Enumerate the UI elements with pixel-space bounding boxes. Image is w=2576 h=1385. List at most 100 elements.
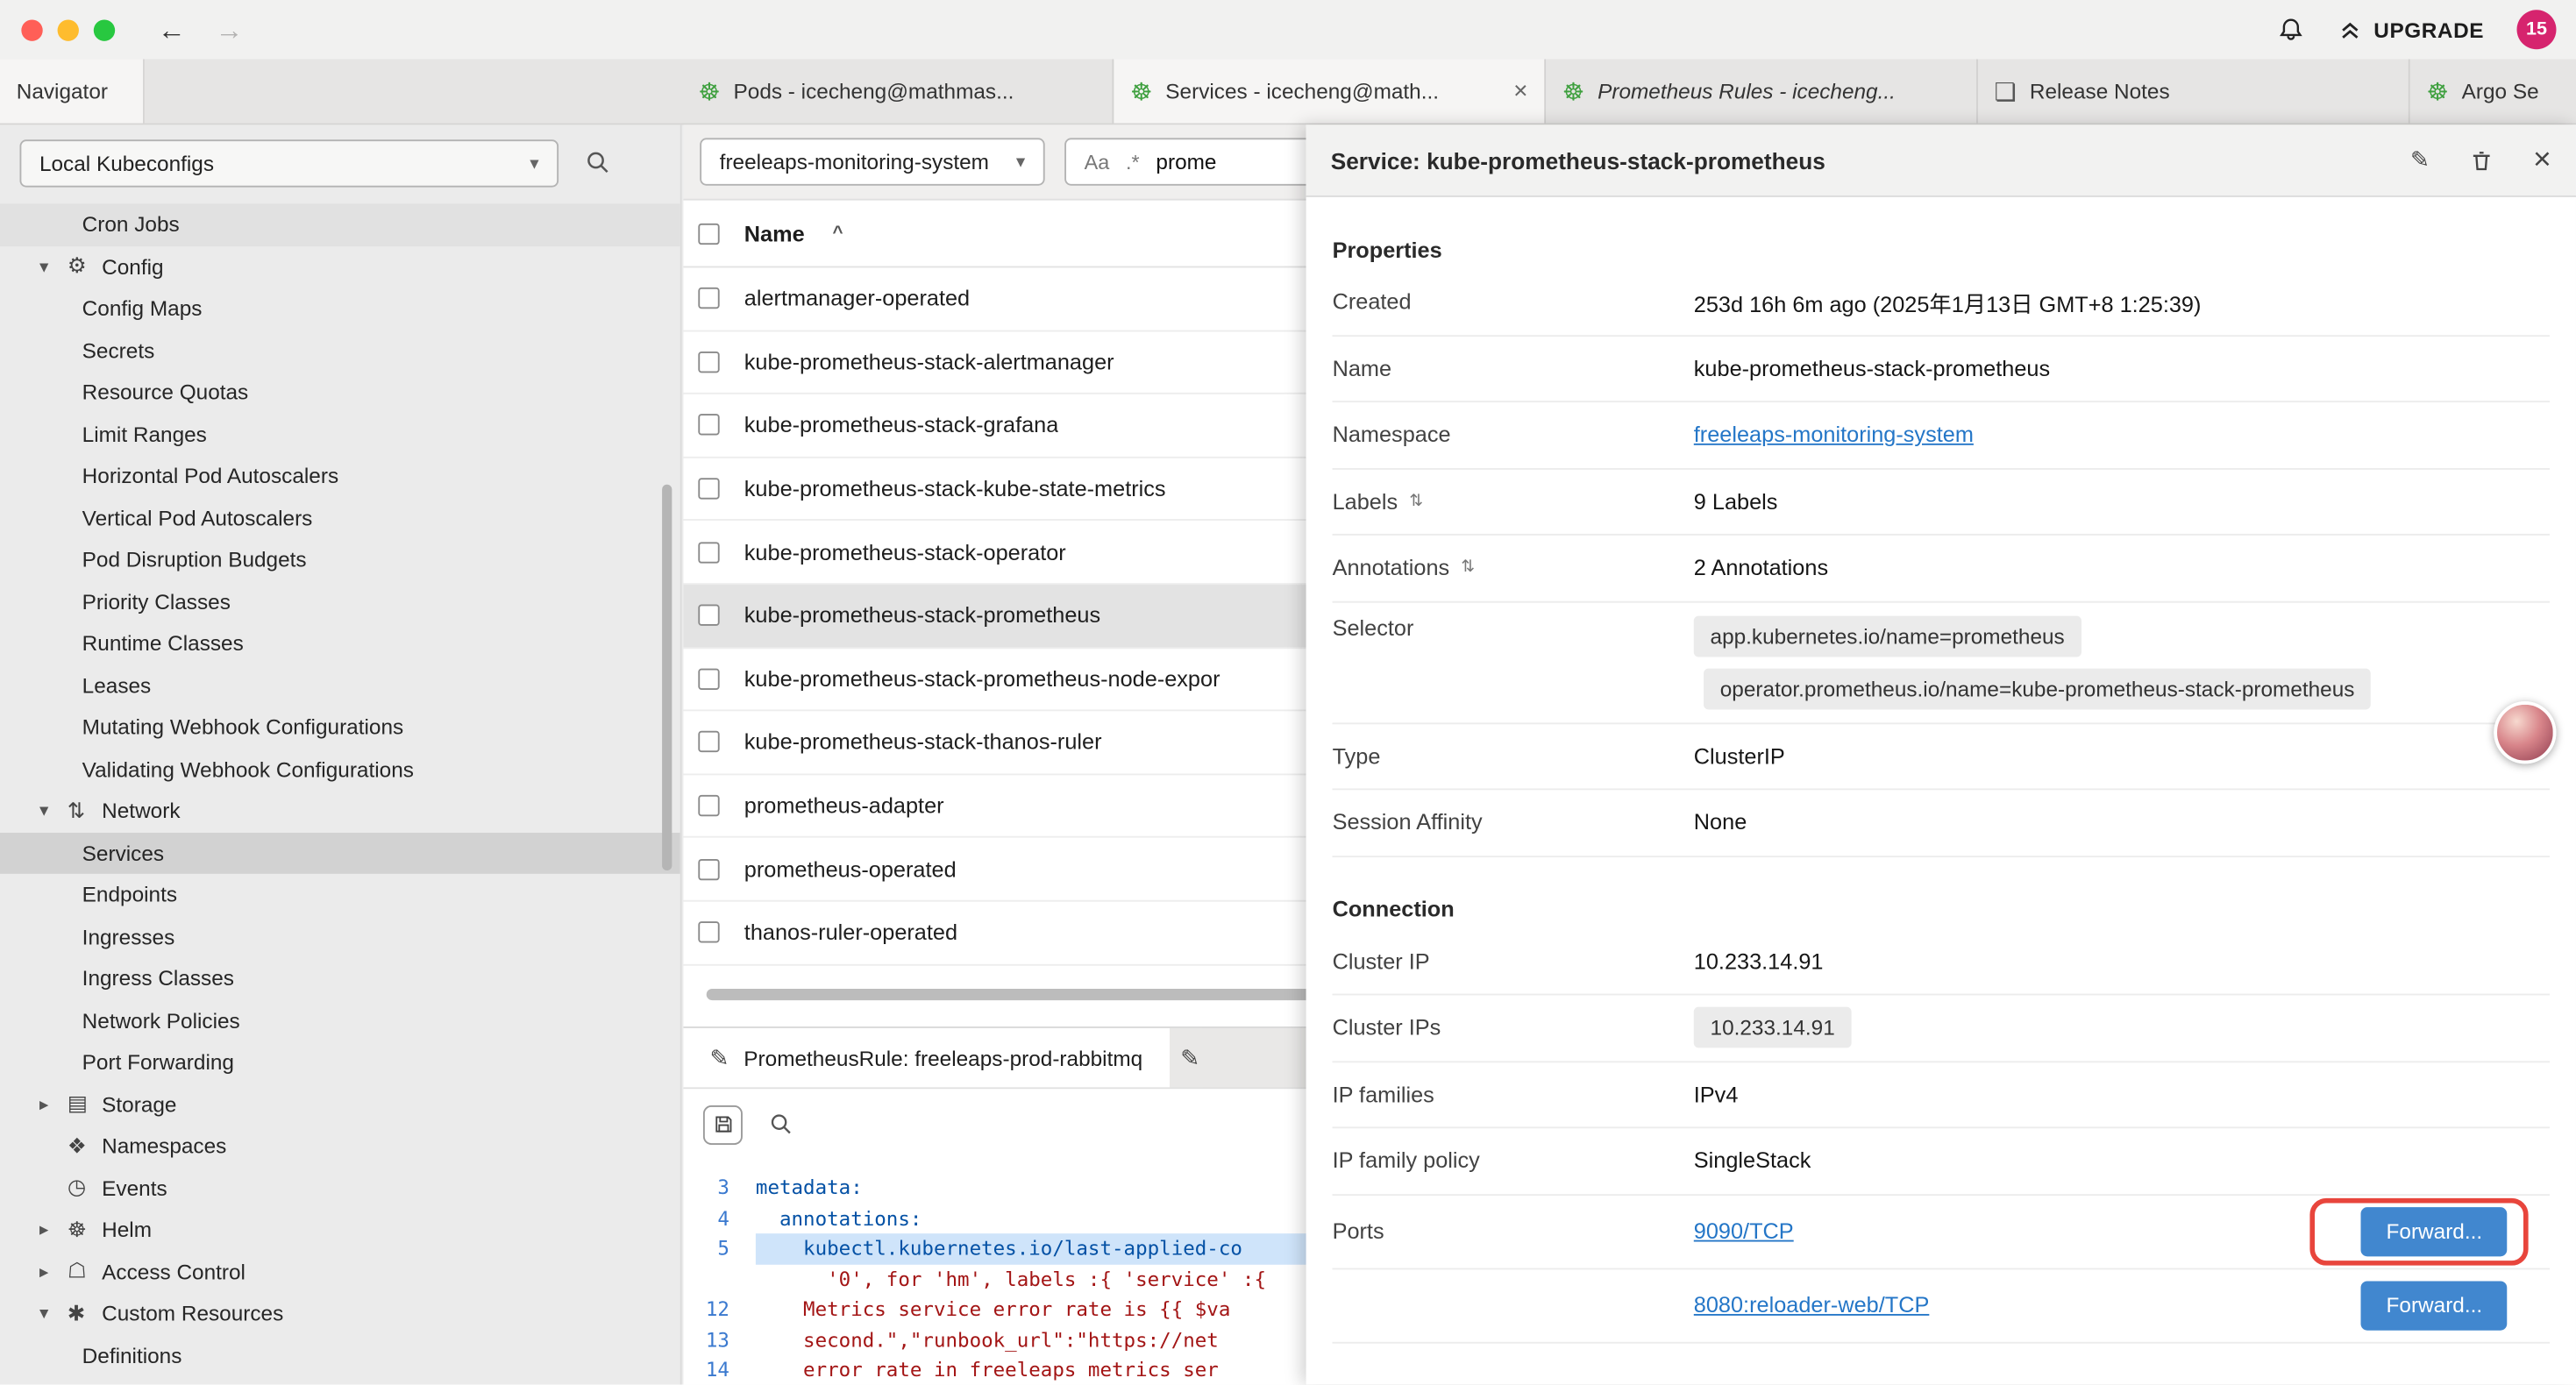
row-checkbox[interactable] [698,858,719,879]
row-checkbox[interactable] [698,288,719,309]
tree-item-label: Config [102,254,163,279]
editor-tab[interactable]: ☸ Prometheus Rules - icecheng... [1546,59,1978,123]
sidebar-search-icon[interactable] [585,150,611,176]
editor-search-icon[interactable] [769,1112,793,1136]
service-name: kube-prometheus-stack-thanos-ruler [744,730,1102,755]
close-window-button[interactable] [21,19,42,40]
tree-item[interactable]: Network Policies [0,999,680,1041]
service-name: kube-prometheus-stack-prometheus-node-ex… [744,666,1220,691]
close-tab-icon[interactable] [1513,77,1527,105]
navigator-tab[interactable]: Navigator [0,59,145,123]
tree-item[interactable]: ☸ Helm [0,1209,680,1251]
row-checkbox[interactable] [698,605,719,626]
tree-item[interactable]: Port Forwarding [0,1041,680,1083]
back-icon[interactable]: ← [158,16,186,44]
edit-icon [709,1044,729,1072]
tree-item[interactable]: ◷ Events [0,1167,680,1209]
notifications-bell-icon[interactable] [2277,16,2305,44]
tree-item[interactable]: Vertical Pod Autoscalers [0,497,680,539]
tree-item[interactable]: Leases [0,664,680,707]
editor-tab[interactable]: ☸ Argo Se [2410,59,2576,123]
editor-tab[interactable]: ☸ Pods - icecheng@mathmas... [682,59,1114,123]
tree-item[interactable]: ☖ Access Control [0,1251,680,1293]
property-row-name: Name kube-prometheus-stack-prometheus [1333,336,2550,402]
editor-tab[interactable]: ☸ Services - icecheng@math... [1114,59,1546,123]
port-link[interactable]: 9090/TCP [1694,1218,1794,1243]
tree-item[interactable]: Runtime Classes [0,622,680,664]
close-panel-icon[interactable] [2533,145,2551,176]
tab-label: Prometheus Rules - icecheng... [1598,79,1960,103]
tree-item[interactable]: Definitions [0,1334,680,1376]
row-checkbox[interactable] [698,478,719,499]
tree-item[interactable]: Validating Webhook Configurations [0,748,680,790]
row-checkbox[interactable] [698,795,719,816]
save-button[interactable] [703,1104,743,1144]
tree-item[interactable]: Priority Classes [0,580,680,622]
tree-item-label: Horizontal Pod Autoscalers [82,464,338,488]
row-checkbox[interactable] [698,668,719,689]
forward-button[interactable]: Forward... [2361,1206,2507,1255]
tree-chevron-icon[interactable] [39,1219,68,1240]
search-value: prome [1156,150,1216,174]
tree-chevron-icon[interactable] [39,1303,68,1324]
tree-item[interactable]: Mutating Webhook Configurations [0,707,680,749]
tab-label: Release Notes [2030,79,2392,103]
tree-item[interactable]: ✱ Custom Resources [0,1293,680,1335]
tree-item[interactable]: Cron Jobs [0,203,680,245]
property-row-ip-families: IP families IPv4 [1333,1062,2550,1128]
namespace-filter-select[interactable]: freeleaps-monitoring-system [700,138,1044,185]
delete-resource-icon[interactable] [2469,147,2494,174]
tree-item[interactable]: ▤ Storage [0,1083,680,1126]
tree-item-label: Custom Resources [102,1301,283,1325]
select-all-checkbox[interactable] [698,223,719,244]
tree-item[interactable]: Config Maps [0,288,680,330]
namespace-link[interactable]: freeleaps-monitoring-system [1694,423,1974,447]
dock-tab-prometheusrule[interactable]: PrometheusRule: freeleaps-prod-rabbitmq [683,1028,1169,1087]
minimize-window-button[interactable] [58,19,79,40]
custom-resources-icon: ✱ [68,1301,102,1327]
service-name: kube-prometheus-stack-grafana [744,413,1059,437]
tree-item[interactable]: ⇅ Network [0,790,680,832]
properties-heading: Properties [1333,230,2550,269]
row-checkbox[interactable] [698,542,719,563]
forward-button[interactable]: Forward... [2361,1281,2507,1330]
tree-item[interactable]: ❖ Namespaces [0,1125,680,1167]
tree-chevron-icon[interactable] [39,256,68,277]
row-checkbox[interactable] [698,732,719,753]
editor-tab[interactable]: ❏ Release Notes [1978,59,2410,123]
tree-item[interactable]: Resource Quotas [0,371,680,413]
edit-resource-icon[interactable] [2410,146,2430,174]
tree-item[interactable]: Limit Ranges [0,413,680,455]
forward-icon[interactable]: → [215,16,243,44]
tree-item[interactable]: Ingress Classes [0,957,680,999]
tree-item-label: Secrets [82,338,155,363]
tree-item[interactable]: Horizontal Pod Autoscalers [0,455,680,497]
notification-count-badge[interactable]: 15 [2517,10,2557,49]
tab-label: Pods - icecheng@mathmas... [734,79,1096,103]
kubeconfig-select[interactable]: Local Kubeconfigs [19,138,559,186]
tree-item[interactable]: Ingresses [0,916,680,958]
tree-item[interactable]: Endpoints [0,874,680,916]
regex-toggle-icon[interactable]: .* [1126,150,1140,173]
selector-badge: operator.prometheus.io/name=kube-prometh… [1704,668,2371,709]
tree-chevron-icon[interactable] [39,1093,68,1114]
tree-item[interactable]: ⚙ Config [0,245,680,288]
tree-item[interactable]: Pod Disruption Budgets [0,539,680,581]
tree-chevron-icon[interactable] [39,1261,68,1282]
config-icon: ⚙ [68,253,102,280]
row-checkbox[interactable] [698,415,719,436]
row-checkbox[interactable] [698,922,719,943]
maximize-window-button[interactable] [94,19,115,40]
vertical-scrollbar[interactable] [662,485,672,870]
tree-chevron-icon[interactable] [39,800,68,821]
match-case-toggle-icon[interactable]: Aa [1085,150,1110,173]
name-column-header[interactable]: Name [744,221,805,245]
tree-item[interactable]: Secrets [0,330,680,372]
port-link[interactable]: 8080:reloader-web/TCP [1694,1293,1930,1318]
upgrade-button[interactable]: UPGRADE [2338,18,2484,42]
sort-ascending-icon[interactable] [833,224,843,243]
row-checkbox[interactable] [698,352,719,373]
tree-item[interactable]: Services [0,832,680,874]
dock-tab-partial[interactable] [1169,1028,1201,1087]
user-avatar[interactable] [2494,701,2556,764]
